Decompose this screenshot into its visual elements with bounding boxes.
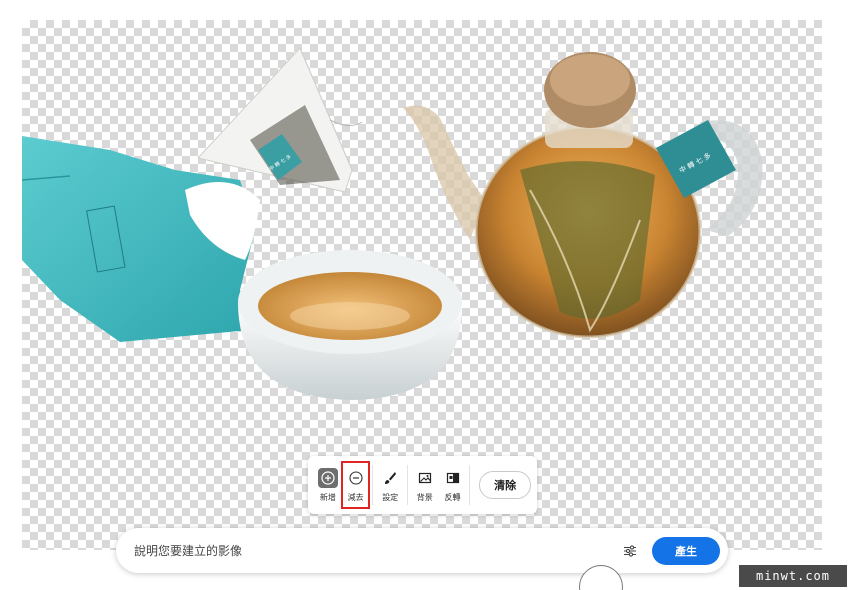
clear-button[interactable]: 清除 <box>479 471 531 499</box>
image-icon <box>415 468 435 488</box>
generate-button[interactable]: 產生 <box>652 536 720 565</box>
toolbar-divider <box>372 465 374 505</box>
tool-invert[interactable]: 反轉 <box>440 463 466 507</box>
tool-add-label: 新增 <box>319 492 336 502</box>
teapot-spout <box>403 105 485 241</box>
tool-subtract-label: 減去 <box>347 492 364 502</box>
prompt-bar: 產生 <box>116 528 728 573</box>
brush-icon <box>380 468 400 488</box>
tool-add[interactable]: 新增 <box>315 463 341 507</box>
tool-background-label: 背景 <box>416 492 433 502</box>
sliders-icon[interactable] <box>618 539 642 563</box>
toolbar-divider <box>407 465 408 505</box>
plus-circle-icon <box>317 467 338 488</box>
tool-settings[interactable]: 設定 <box>377 463 403 507</box>
tool-subtract[interactable]: 減去 <box>340 461 371 509</box>
toolbar-divider <box>469 465 471 505</box>
minus-circle-icon <box>346 468 366 488</box>
invert-icon <box>443 468 463 488</box>
app-window: 中 轉 七 多 中 轉 七 多 新增 減去 設定 背景 反轉 清除 說明您要建立… <box>0 0 850 590</box>
tool-invert-label: 反轉 <box>444 492 461 502</box>
tool-settings-label: 設定 <box>382 492 399 502</box>
mask-toolbar: 新增 減去 設定 背景 反轉 清除 <box>308 456 537 514</box>
watermark: minwt.com <box>739 565 847 587</box>
prompt-input[interactable] <box>134 543 618 558</box>
tool-background[interactable]: 背景 <box>412 463 438 507</box>
